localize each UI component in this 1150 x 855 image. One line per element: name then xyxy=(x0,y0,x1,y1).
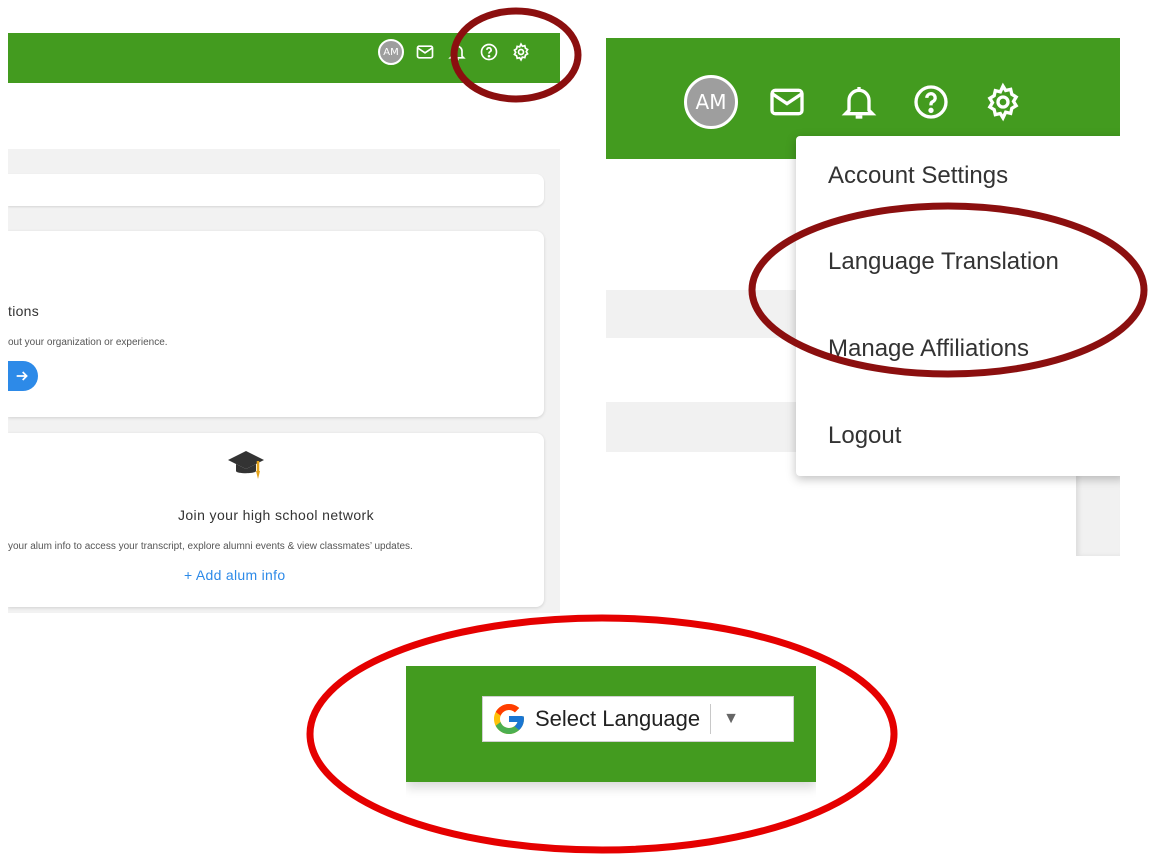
translate-panel: Select Language ▼ xyxy=(406,666,816,834)
menu-item-language-translation[interactable]: Language Translation xyxy=(828,248,1059,276)
affiliations-card-description: out your organization or experience. xyxy=(8,337,168,348)
settings-icon[interactable] xyxy=(510,41,532,63)
affiliations-card-title: tions xyxy=(8,303,40,319)
help-icon[interactable] xyxy=(908,79,954,125)
background-card-strip xyxy=(606,402,806,452)
subheader xyxy=(8,83,560,149)
graduation-cap-icon xyxy=(228,451,264,479)
google-g-icon xyxy=(494,704,524,734)
settings-dropdown-menu: Account Settings Language Translation Ma… xyxy=(796,136,1120,476)
dashboard-panel: AM tions out your organization or experi… xyxy=(8,33,560,613)
add-alum-info-link[interactable]: + Add alum info xyxy=(184,567,285,583)
help-icon[interactable] xyxy=(478,41,500,63)
arrow-right-button[interactable] xyxy=(8,361,38,391)
top-header-bar: AM xyxy=(8,33,560,83)
top-header-bar-translate: Select Language ▼ xyxy=(406,666,816,782)
bell-icon[interactable] xyxy=(446,41,468,63)
select-divider xyxy=(710,704,712,734)
menu-item-account-settings[interactable]: Account Settings xyxy=(828,162,1008,190)
alumni-card-title: Join your high school network xyxy=(177,507,375,523)
header-icon-group-zoomed: AM xyxy=(684,75,1026,129)
mail-icon[interactable] xyxy=(764,79,810,125)
menu-item-manage-affiliations[interactable]: Manage Affiliations xyxy=(828,335,1029,363)
header-icon-group: AM xyxy=(378,39,532,65)
bell-icon[interactable] xyxy=(836,79,882,125)
alumni-card: Join your high school network your alum … xyxy=(8,433,544,607)
settings-icon[interactable] xyxy=(980,79,1026,125)
mail-icon[interactable] xyxy=(414,41,436,63)
menu-item-logout[interactable]: Logout xyxy=(828,422,901,450)
chevron-down-icon: ▼ xyxy=(723,710,739,727)
settings-menu-panel: AM Account Settings Language Translation… xyxy=(606,38,1120,556)
alumni-card-description: your alum info to access your transcript… xyxy=(8,541,413,552)
avatar[interactable]: AM xyxy=(684,75,738,129)
affiliations-card: tions out your organization or experienc… xyxy=(8,231,544,417)
feed-area: tions out your organization or experienc… xyxy=(8,149,560,613)
arrow-right-icon xyxy=(16,371,28,381)
post-input[interactable] xyxy=(8,174,544,206)
background-card-strip xyxy=(606,290,806,338)
avatar[interactable]: AM xyxy=(378,39,404,65)
language-select[interactable]: Select Language ▼ xyxy=(482,696,794,742)
select-language-label: Select Language xyxy=(535,706,701,731)
